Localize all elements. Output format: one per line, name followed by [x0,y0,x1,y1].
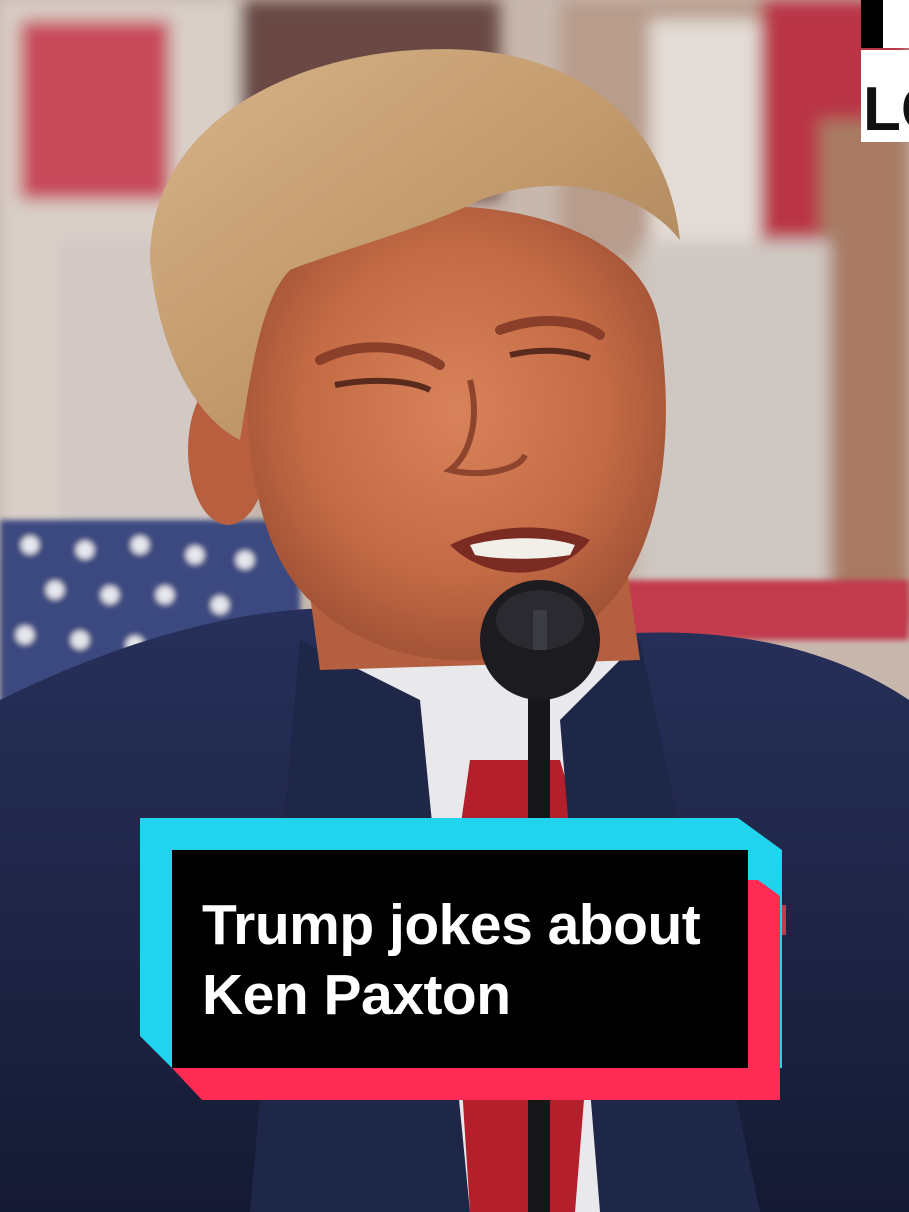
caption-text: Trump jokes about Ken Paxton [202,890,762,1030]
channel-logo: LC [861,0,909,144]
logo-graphic: LC [861,0,909,144]
logo-text: LC [863,75,909,142]
caption-box: Trump jokes about Ken Paxton [140,818,782,1100]
caption-line-1: Trump jokes about [202,893,701,957]
caption-line-2: Ken Paxton [202,963,511,1027]
